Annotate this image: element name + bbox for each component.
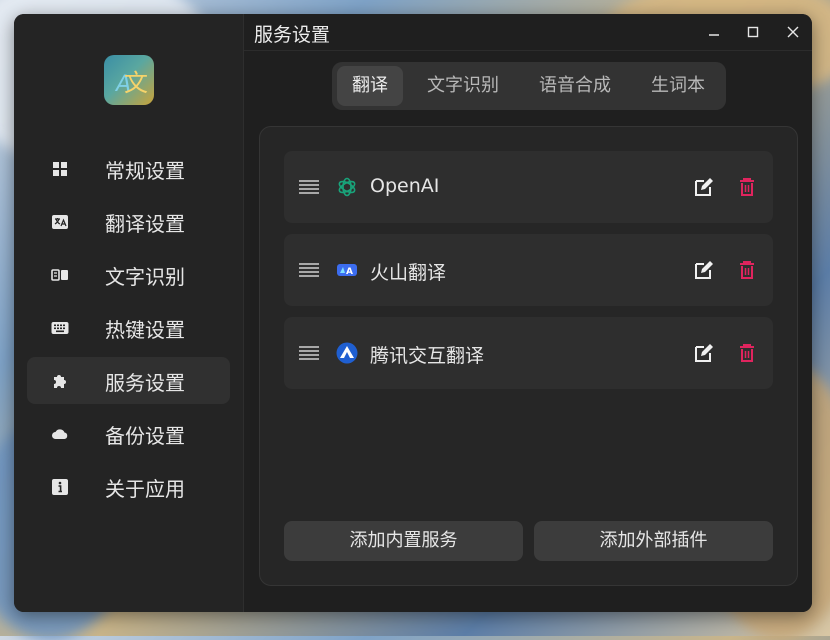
sidebar-item-general[interactable]: 常规设置 bbox=[27, 145, 230, 192]
openai-icon bbox=[338, 177, 356, 197]
app-window: A 文 常规设置 翻译设置 文字识别 热键设置 服务设置 备份设置 关于应用 服… bbox=[14, 14, 812, 612]
tab-tts[interactable]: 语音合成 bbox=[524, 66, 626, 106]
drag-handle-icon[interactable] bbox=[298, 179, 320, 195]
edit-icon[interactable] bbox=[693, 176, 715, 198]
service-tabs: 翻译 文字识别 语音合成 生词本 bbox=[332, 62, 726, 110]
ocr-icon bbox=[51, 269, 68, 281]
edit-icon[interactable] bbox=[693, 259, 715, 281]
service-row-tencent: 腾讯交互翻译 bbox=[284, 317, 773, 389]
sidebar-item-label: 备份设置 bbox=[105, 424, 185, 448]
drag-handle-icon[interactable] bbox=[298, 345, 320, 361]
sidebar-item-backup[interactable]: 备份设置 bbox=[27, 410, 230, 457]
service-row-volcengine: A 火山翻译 bbox=[284, 234, 773, 306]
sidebar-item-service[interactable]: 服务设置 bbox=[27, 357, 230, 404]
sidebar-item-ocr[interactable]: 文字识别 bbox=[27, 251, 230, 298]
keyboard-icon bbox=[51, 322, 69, 334]
delete-icon[interactable] bbox=[736, 176, 758, 198]
delete-icon[interactable] bbox=[736, 342, 758, 364]
app-logo: A 文 bbox=[104, 55, 154, 105]
sidebar-item-hotkey[interactable]: 热键设置 bbox=[27, 304, 230, 351]
service-name: 腾讯交互翻译 bbox=[370, 345, 485, 367]
info-icon bbox=[52, 479, 68, 495]
volcengine-icon: A bbox=[337, 264, 357, 277]
tab-translate[interactable]: 翻译 bbox=[337, 66, 403, 106]
drag-handle-icon[interactable] bbox=[298, 262, 320, 278]
puzzle-icon bbox=[54, 375, 66, 388]
page-title: 服务设置 bbox=[254, 24, 331, 46]
minimize-icon[interactable] bbox=[704, 22, 724, 42]
close-icon[interactable] bbox=[783, 22, 803, 42]
sidebar-item-label: 热键设置 bbox=[105, 318, 185, 342]
tencent-icon bbox=[336, 342, 358, 364]
sidebar-item-label: 翻译设置 bbox=[105, 212, 185, 236]
tab-ocr[interactable]: 文字识别 bbox=[412, 66, 514, 106]
add-external-plugin-button[interactable]: 添加外部插件 bbox=[534, 521, 773, 561]
cloud-icon bbox=[52, 429, 68, 439]
edit-icon[interactable] bbox=[693, 342, 715, 364]
svg-text:A: A bbox=[346, 267, 353, 277]
delete-icon[interactable] bbox=[736, 259, 758, 281]
sidebar-item-label: 服务设置 bbox=[105, 371, 185, 395]
main-content: 服务设置 翻译 文字识别 语音合成 生词本 OpenAI A 火山翻译 腾讯交互… bbox=[244, 14, 812, 612]
translate-icon bbox=[52, 215, 68, 229]
tab-vocabulary[interactable]: 生词本 bbox=[636, 66, 720, 106]
service-name: 火山翻译 bbox=[370, 262, 447, 284]
maximize-icon[interactable] bbox=[743, 22, 763, 42]
grid-icon bbox=[53, 162, 67, 176]
svg-text:文: 文 bbox=[124, 69, 148, 97]
sidebar: A 文 常规设置 翻译设置 文字识别 热键设置 服务设置 备份设置 关于应用 bbox=[14, 14, 244, 612]
service-name: OpenAI bbox=[370, 175, 440, 197]
sidebar-item-translate[interactable]: 翻译设置 bbox=[27, 198, 230, 245]
sidebar-item-label: 常规设置 bbox=[105, 159, 185, 183]
sidebar-item-label: 关于应用 bbox=[105, 477, 185, 501]
titlebar: 服务设置 bbox=[244, 14, 812, 51]
sidebar-item-label: 文字识别 bbox=[105, 265, 185, 289]
add-builtin-service-button[interactable]: 添加内置服务 bbox=[284, 521, 523, 561]
sidebar-item-about[interactable]: 关于应用 bbox=[27, 463, 230, 510]
service-row-openai: OpenAI bbox=[284, 151, 773, 223]
service-list-panel: OpenAI A 火山翻译 腾讯交互翻译 添加内置服务 添加外部插件 bbox=[259, 126, 798, 586]
